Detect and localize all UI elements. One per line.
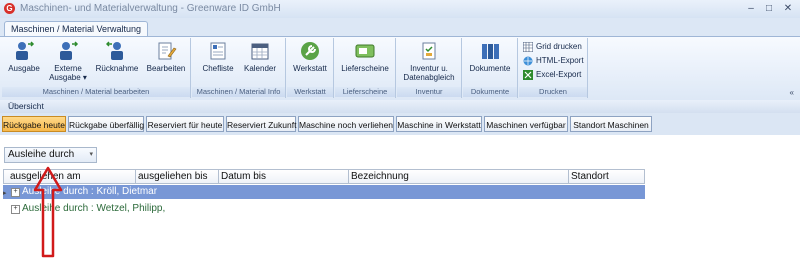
lieferscheine-label: Lieferscheine bbox=[341, 64, 389, 73]
group-label-drucken: Drucken bbox=[519, 87, 587, 97]
overview-label: Übersicht bbox=[8, 101, 44, 111]
html-export-icon bbox=[523, 56, 533, 66]
excel-export-button[interactable]: Excel-Export bbox=[523, 69, 581, 81]
filter-reserviert-zukunft-button[interactable]: Reserviert Zukunft bbox=[226, 116, 296, 132]
person-out-icon bbox=[16, 41, 35, 60]
group-by-value: Ausleihe durch bbox=[8, 149, 75, 160]
filter-button-row: Rückgabe heute Rückgabe überfällig Reser… bbox=[0, 113, 800, 135]
grid-drucken-button[interactable]: Grid drucken bbox=[523, 41, 582, 53]
column-header-ausgeliehen-bis[interactable]: ausgeliehen bis bbox=[136, 170, 219, 183]
group-label-werkstatt: Werkstatt bbox=[287, 87, 333, 97]
werkstatt-button[interactable]: Werkstatt bbox=[289, 41, 331, 83]
inventur-label-1: Inventur u. bbox=[410, 64, 448, 73]
ruecknahme-button[interactable]: Rücknahme bbox=[92, 41, 142, 83]
externe-ausgabe-label-2: Ausgabe ▾ bbox=[49, 73, 87, 82]
edit-document-icon bbox=[158, 42, 177, 60]
externe-ausgabe-button[interactable]: Externe Ausgabe ▾ bbox=[46, 41, 90, 83]
group-row-wetzel[interactable]: + Ausleihe durch : Wetzel, Philipp, bbox=[3, 202, 645, 216]
calendar-icon bbox=[251, 43, 269, 60]
ribbon: Ausgabe Externe Ausgabe ▾ Rücknahme Bear… bbox=[0, 36, 800, 101]
filter-rueckgabe-ueberfaellig-button[interactable]: Rückgabe überfällig bbox=[68, 116, 144, 132]
filter-reserviert-heute-button[interactable]: Reserviert für heute bbox=[146, 116, 224, 132]
minimize-button[interactable]: – bbox=[742, 2, 760, 15]
group-by-dropdown[interactable]: Ausleihe durch ▾ bbox=[4, 147, 97, 163]
bearbeiten-button[interactable]: Bearbeiten bbox=[144, 41, 188, 83]
lieferscheine-button[interactable]: Lieferscheine bbox=[337, 41, 393, 83]
group-label-inventur: Inventur bbox=[397, 87, 461, 97]
inventur-button[interactable]: Inventur u. Datenabgleich bbox=[399, 41, 459, 83]
group-label-dokumente: Dokumente bbox=[463, 87, 517, 97]
chefliste-label: Chefliste bbox=[202, 64, 234, 73]
app-logo-icon: G bbox=[4, 3, 15, 14]
excel-export-icon bbox=[523, 70, 533, 80]
group-inventur: Inventur u. Datenabgleich Inventur bbox=[397, 38, 462, 98]
group-lieferscheine: Lieferscheine Lieferscheine bbox=[335, 38, 396, 98]
grid-drucken-label: Grid drucken bbox=[536, 42, 582, 51]
person-external-icon bbox=[60, 41, 79, 60]
overview-bar: Übersicht bbox=[0, 100, 800, 114]
chevron-down-icon: ▾ bbox=[89, 151, 93, 158]
ribbon-collapse-icon[interactable]: « bbox=[790, 88, 794, 97]
expand-icon[interactable]: + bbox=[11, 188, 20, 197]
documents-binder-icon bbox=[482, 44, 499, 59]
title-bar: G Maschinen- und Materialverwaltung - Gr… bbox=[0, 0, 800, 19]
group-drucken: Grid drucken HTML-Export Excel-Export Dr… bbox=[519, 38, 588, 98]
group-row-kroell[interactable]: ▸ + Ausleihe durch : Kröll, Dietmar bbox=[3, 185, 645, 199]
chefliste-button[interactable]: Chefliste bbox=[198, 41, 238, 83]
group-dokumente: Dokumente Dokumente bbox=[463, 38, 518, 98]
filter-standort-maschinen-button[interactable]: Standort Maschinen bbox=[570, 116, 652, 132]
html-export-label: HTML-Export bbox=[536, 56, 584, 65]
dokumente-button[interactable]: Dokumente bbox=[465, 41, 515, 83]
column-header-datum-bis[interactable]: Datum bis bbox=[219, 170, 349, 183]
group-bearbeiten: Ausgabe Externe Ausgabe ▾ Rücknahme Bear… bbox=[2, 38, 191, 98]
werkstatt-label: Werkstatt bbox=[293, 64, 327, 73]
filter-maschine-in-werkstatt-button[interactable]: Maschine in Werkstatt bbox=[396, 116, 482, 132]
person-return-icon bbox=[106, 41, 123, 60]
group-label-info: Maschinen / Material Info bbox=[192, 87, 285, 97]
group-werkstatt: Werkstatt Werkstatt bbox=[287, 38, 334, 98]
inventory-icon bbox=[422, 42, 436, 60]
ausgabe-button[interactable]: Ausgabe bbox=[4, 41, 44, 83]
grid-print-icon bbox=[523, 42, 533, 52]
column-header-standort[interactable]: Standort bbox=[569, 170, 644, 183]
window-title: Maschinen- und Materialverwaltung - Gree… bbox=[20, 3, 281, 14]
bearbeiten-label: Bearbeiten bbox=[146, 64, 186, 73]
tab-maschinen-material-verwaltung[interactable]: Maschinen / Material Verwaltung bbox=[4, 21, 149, 37]
delivery-note-icon bbox=[355, 44, 375, 58]
row-indicator-icon: ▸ bbox=[3, 190, 7, 197]
externe-ausgabe-label-1: Externe bbox=[54, 64, 82, 73]
filter-maschinen-verfuegbar-button[interactable]: Maschinen verfügbar bbox=[484, 116, 568, 132]
kalender-label: Kalender bbox=[243, 64, 277, 73]
chef-list-icon bbox=[210, 42, 226, 60]
group-label-lieferscheine: Lieferscheine bbox=[335, 87, 395, 97]
filter-rueckgabe-heute-button[interactable]: Rückgabe heute bbox=[2, 116, 66, 132]
inventur-label-2: Datenabgleich bbox=[403, 73, 455, 82]
ausgabe-label: Ausgabe bbox=[8, 64, 40, 73]
annotation-arrow-icon bbox=[33, 166, 63, 258]
close-button[interactable]: ✕ bbox=[779, 2, 797, 15]
group-info: Chefliste Kalender Maschinen / Material … bbox=[192, 38, 286, 98]
html-export-button[interactable]: HTML-Export bbox=[523, 55, 584, 67]
excel-export-label: Excel-Export bbox=[536, 70, 582, 79]
ruecknahme-label: Rücknahme bbox=[95, 64, 139, 73]
filter-maschine-noch-verliehen-button[interactable]: Maschine noch verliehen bbox=[298, 116, 394, 132]
workshop-icon bbox=[301, 42, 319, 60]
ribbon-tabstrip: Maschinen / Material Verwaltung bbox=[0, 18, 800, 37]
column-header-bezeichnung[interactable]: Bezeichnung bbox=[349, 170, 569, 183]
expand-icon[interactable]: + bbox=[11, 205, 20, 214]
dokumente-label: Dokumente bbox=[469, 64, 511, 73]
maximize-button[interactable]: □ bbox=[760, 2, 778, 15]
group-label-bearbeiten: Maschinen / Material bearbeiten bbox=[2, 87, 190, 97]
grid-header: ausgeliehen am ausgeliehen bis Datum bis… bbox=[3, 169, 645, 184]
kalender-button[interactable]: Kalender bbox=[240, 41, 280, 83]
